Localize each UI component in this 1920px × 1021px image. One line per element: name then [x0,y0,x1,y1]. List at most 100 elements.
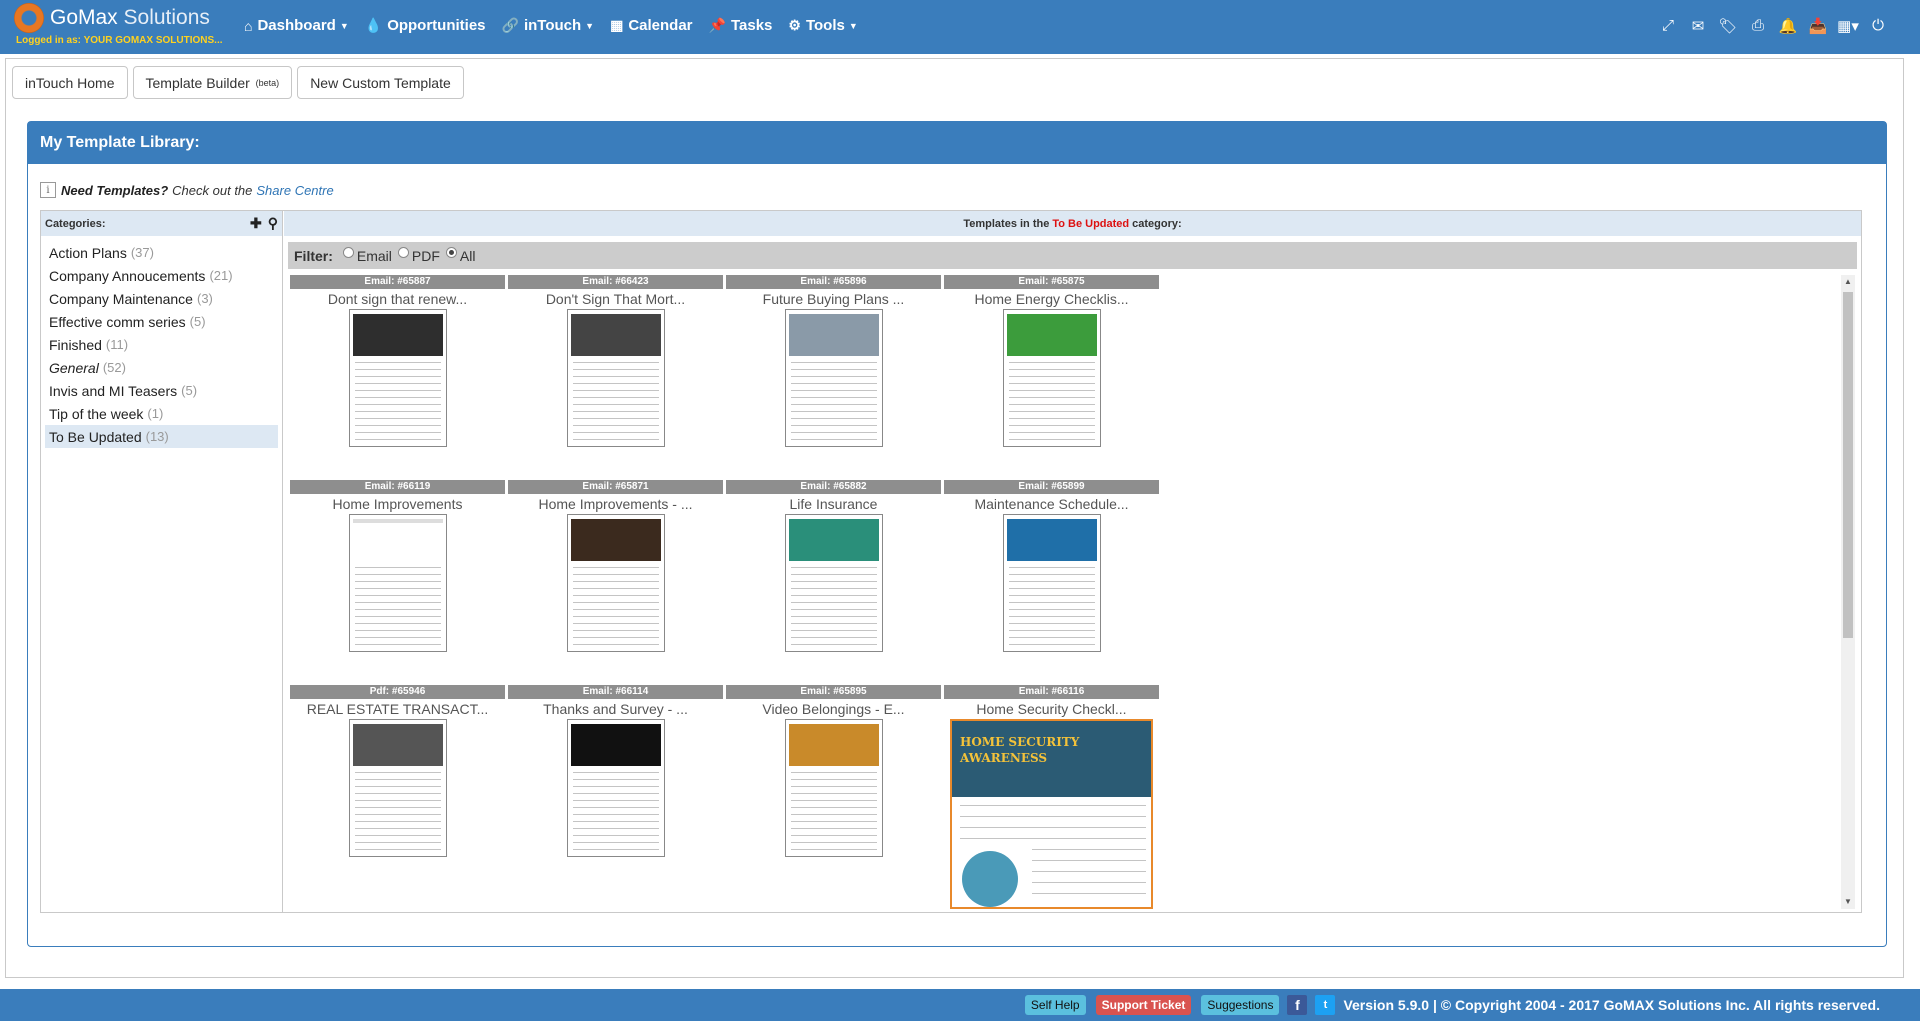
template-title[interactable]: Home Energy Checklis... [944,289,1159,309]
twitter-icon[interactable]: t [1315,995,1336,1015]
template-toolbar: inTouch Home Template Builder (beta) New… [12,66,469,99]
template-title[interactable]: Video Belongings - E... [726,699,941,719]
template-title[interactable]: Dont sign that renew... [290,289,505,309]
thumbnail-body [952,797,1151,907]
template-thumbnail[interactable] [348,309,447,447]
calculator-icon[interactable]: ▦▾ [1836,17,1860,35]
nav-dashboard[interactable]: ⌂ Dashboard ▼ [244,17,349,34]
nav-tools[interactable]: ⚙ Tools ▼ [788,17,857,34]
category-item[interactable]: Action Plans (37) [45,241,278,264]
template-tile[interactable]: Email: #65896 Future Buying Plans ... [726,275,941,447]
thumbnail-line [572,814,659,815]
thumbnail-line [960,827,1146,828]
template-id: Pdf: #65946 [290,685,505,699]
template-thumbnail[interactable] [1002,514,1101,652]
thumbnail-line [1032,860,1146,861]
category-item[interactable]: Company Annoucements (21) [45,264,278,287]
tags-icon[interactable]: 🏷 [1716,17,1740,35]
template-tile[interactable]: Email: #65895 Video Belongings - E... [726,685,941,857]
inbox-icon[interactable]: 📥 [1806,17,1830,35]
category-count: (37) [130,245,154,260]
brand-logo[interactable]: GoMax Solutions [14,2,210,34]
template-tile[interactable]: Email: #65899 Maintenance Schedule... [944,480,1159,652]
template-thumbnail[interactable]: HOME SECURITY AWARENESS [950,719,1153,909]
thumbnail-line [354,779,441,780]
scroll-thumb[interactable] [1843,292,1853,638]
template-thumbnail[interactable] [784,514,883,652]
lamp-illustration [962,851,1018,907]
search-icon[interactable]: ⚲ [268,215,278,232]
nav-intouch[interactable]: 🔗 inTouch ▼ [502,17,595,34]
template-title[interactable]: Home Improvements [290,494,505,514]
caret-down-icon: ▼ [848,20,858,31]
filter-radio-pdf[interactable] [397,247,409,258]
template-tile[interactable]: Email: #65875 Home Energy Checklis... [944,275,1159,447]
template-tile[interactable]: Email: #65887 Dont sign that renew... [290,275,505,447]
template-tile[interactable]: Email: #66114 Thanks and Survey - ... [508,685,723,857]
power-icon[interactable]: ⏻ [1866,17,1890,34]
template-tile[interactable]: Email: #66116 Home Security Checkl... HOME… [944,685,1159,909]
thumbnail-line [1008,362,1095,363]
self-help-button[interactable]: Self Help [1024,995,1086,1015]
category-item[interactable]: Finished (11) [45,333,278,356]
nav-opportunities[interactable]: 💧 Opportunities [365,17,486,34]
template-id: Email: #65899 [944,480,1159,494]
scroll-down-icon[interactable]: ▼ [1841,895,1855,909]
filter-radio-all[interactable] [445,247,457,258]
link-icon: 🔗 [501,17,519,33]
template-tile[interactable]: Email: #65871 Home Improvements - ... [508,480,723,652]
template-thumbnail[interactable] [1002,309,1101,447]
share-centre-link[interactable]: Share Centre [256,183,333,198]
thumbnail-line [960,816,1146,817]
template-title[interactable]: Life Insurance [726,494,941,514]
add-category-icon[interactable]: ✚ [250,215,262,232]
template-thumbnail[interactable] [348,719,447,857]
thumbnail-line [354,793,441,794]
template-title[interactable]: Maintenance Schedule... [944,494,1159,514]
template-title[interactable]: REAL ESTATE TRANSACT... [290,699,505,719]
template-thumbnail[interactable] [566,514,665,652]
category-item[interactable]: To Be Updated (13) [45,425,278,448]
template-title[interactable]: Thanks and Survey - ... [508,699,723,719]
filter-radio-email[interactable] [342,247,354,258]
template-title[interactable]: Don't Sign That Mort... [508,289,723,309]
template-thumbnail[interactable] [566,309,665,447]
scroll-up-icon[interactable]: ▲ [1841,275,1855,289]
category-item[interactable]: General (52) [45,356,278,379]
template-thumbnail[interactable] [784,309,883,447]
new-custom-template-button[interactable]: New Custom Template [297,66,464,99]
category-item[interactable]: Invis and MI Teasers (5) [45,379,278,402]
template-title[interactable]: Home Improvements - ... [508,494,723,514]
support-ticket-button[interactable]: Support Ticket [1095,995,1192,1015]
print-icon[interactable]: ⎙ [1746,17,1770,34]
template-title[interactable]: Home Security Checkl... [944,699,1159,719]
template-tile[interactable]: Pdf: #65946 REAL ESTATE TRANSACT... [290,685,505,857]
category-item[interactable]: Tip of the week (1) [45,402,278,425]
category-item[interactable]: Company Maintenance (3) [45,287,278,310]
thumbnail-line [790,404,877,405]
suggestions-button[interactable]: Suggestions [1201,995,1280,1015]
template-grid-scrollbar[interactable]: ▲ ▼ [1841,275,1855,909]
template-builder-button[interactable]: Template Builder (beta) [132,66,293,99]
thumbnail-line [790,786,877,787]
template-tile[interactable]: Email: #66119 Home Improvements [290,480,505,652]
nav-calendar[interactable]: ▦ Calendar [610,17,692,34]
fullscreen-icon[interactable]: ⤢ [1656,17,1680,34]
thumbnail-line [354,425,441,426]
template-thumbnail[interactable] [348,514,447,652]
envelope-icon[interactable]: ✉ [1686,17,1710,35]
brand-name-light: Solutions [123,6,210,29]
template-thumbnail[interactable] [566,719,665,857]
category-item[interactable]: Effective comm series (5) [45,310,278,333]
intouch-home-button[interactable]: inTouch Home [12,66,128,99]
bell-icon[interactable]: 🔔 [1776,17,1800,35]
nav-tasks[interactable]: 📌 Tasks [709,17,773,34]
thumbnail-line [1008,588,1095,589]
template-tile[interactable]: Email: #66423 Don't Sign That Mort... [508,275,723,447]
template-thumbnail[interactable] [784,719,883,857]
facebook-icon[interactable]: f [1287,995,1308,1015]
thumbnail-line [572,439,659,440]
template-tile[interactable]: Email: #65882 Life Insurance [726,480,941,652]
version-copyright: Version 5.9.0 | © Copyright 2004 - 2017 … [1343,997,1880,1013]
template-title[interactable]: Future Buying Plans ... [726,289,941,309]
